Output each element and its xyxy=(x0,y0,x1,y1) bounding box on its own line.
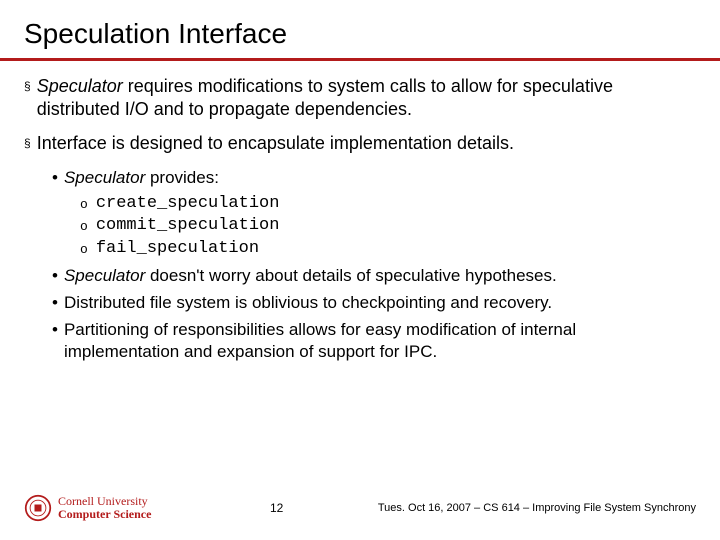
logo-text: Cornell University Computer Science xyxy=(58,495,151,521)
slide: Speculation Interface § Speculator requi… xyxy=(0,0,720,540)
code-text: fail_speculation xyxy=(96,239,696,259)
emphasis: Speculator xyxy=(64,266,145,285)
slide-title: Speculation Interface xyxy=(24,18,696,50)
code-text: create_speculation xyxy=(96,194,696,214)
bullet-l3: o create_speculation xyxy=(80,194,696,214)
logo-line2: Computer Science xyxy=(58,508,151,521)
bullet-text: Partitioning of responsibilities allows … xyxy=(64,319,696,362)
bullet-mark-l3: o xyxy=(80,197,88,214)
bullet-l3: o commit_speculation xyxy=(80,216,696,236)
bullet-text: Speculator doesn't worry about details o… xyxy=(64,265,696,286)
title-rule xyxy=(0,58,720,61)
emphasis: Speculator xyxy=(64,168,145,187)
bullet-l2: • Speculator provides: xyxy=(52,167,696,188)
bullet-mark-l2: • xyxy=(52,319,58,362)
bullet-text: Distributed file system is oblivious to … xyxy=(64,292,696,313)
footer-text: Tues. Oct 16, 2007 – CS 614 – Improving … xyxy=(378,502,696,514)
footer: Cornell University Computer Science 12 T… xyxy=(24,494,696,522)
bullet-mark-l2: • xyxy=(52,167,58,188)
bullet-l2: • Distributed file system is oblivious t… xyxy=(52,292,696,313)
bullet-mark-l2: • xyxy=(52,265,58,286)
bullet-mark-l2: • xyxy=(52,292,58,313)
university-logo: Cornell University Computer Science xyxy=(24,494,151,522)
bullet-text: Interface is designed to encapsulate imp… xyxy=(37,132,696,155)
bullet-l2: • Partitioning of responsibilities allow… xyxy=(52,319,696,362)
seal-icon xyxy=(24,494,52,522)
bullet-l2: • Speculator doesn't worry about details… xyxy=(52,265,696,286)
bullet-l1: § Interface is designed to encapsulate i… xyxy=(24,132,696,155)
bullet-mark-l1: § xyxy=(24,79,31,120)
emphasis: Speculator xyxy=(37,76,123,96)
bullet-l3: o fail_speculation xyxy=(80,239,696,259)
page-number: 12 xyxy=(270,501,283,515)
text: requires modifications to system calls t… xyxy=(37,76,613,119)
bullet-l1: § Speculator requires modifications to s… xyxy=(24,75,696,120)
text: doesn't worry about details of speculati… xyxy=(145,266,557,285)
code-text: commit_speculation xyxy=(96,216,696,236)
text: provides: xyxy=(145,168,219,187)
bullet-mark-l3: o xyxy=(80,242,88,259)
bullet-text: Speculator provides: xyxy=(64,167,696,188)
bullet-mark-l3: o xyxy=(80,219,88,236)
bullet-text: Speculator requires modifications to sys… xyxy=(37,75,696,120)
bullet-mark-l1: § xyxy=(24,136,31,155)
